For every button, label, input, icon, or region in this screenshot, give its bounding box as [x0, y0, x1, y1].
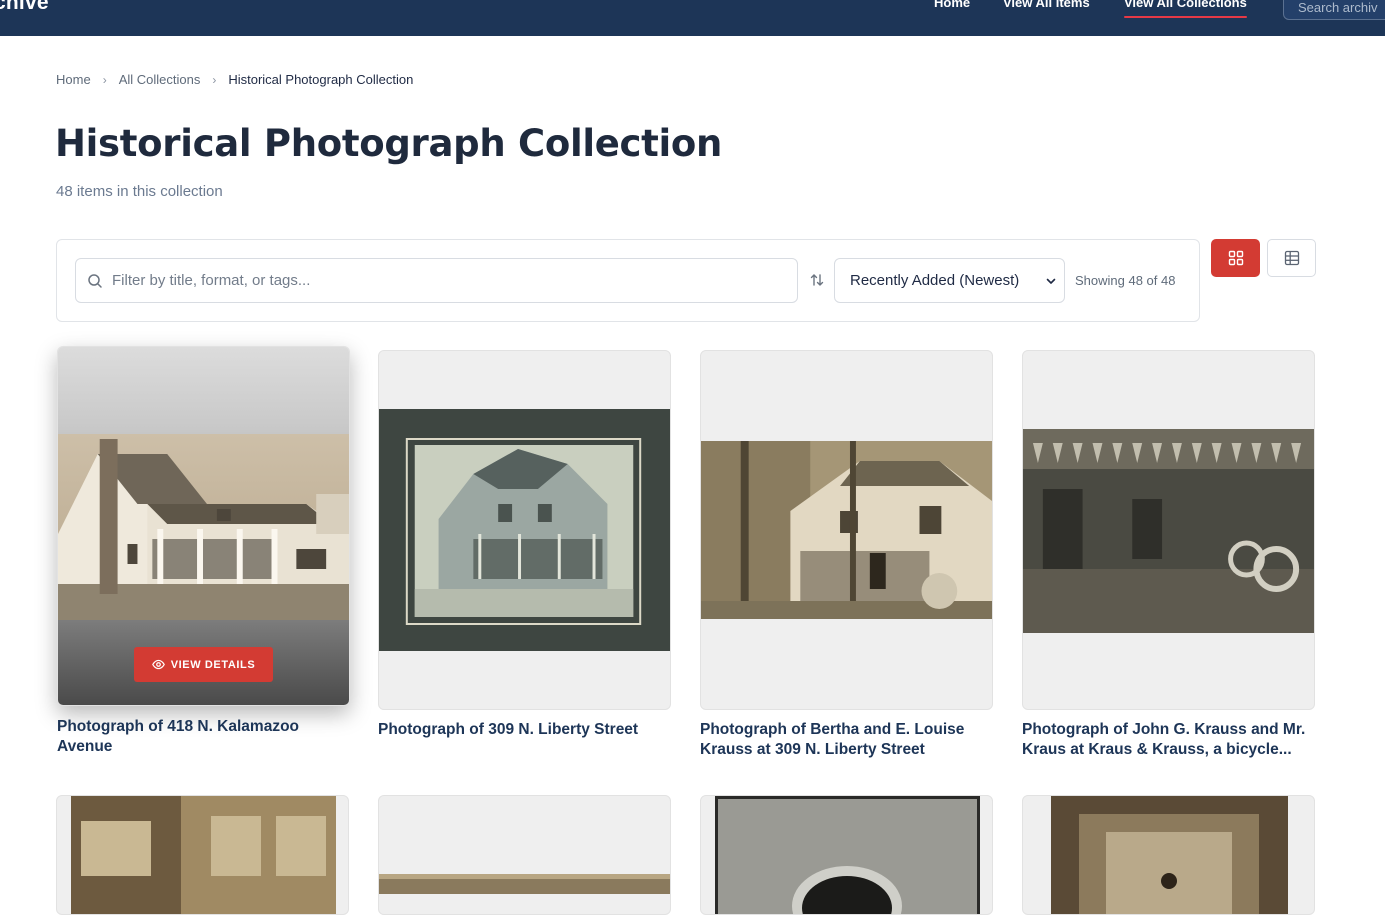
item-thumbnail[interactable]	[700, 350, 993, 710]
item-title[interactable]: Photograph of 309 N. Liberty Street	[378, 720, 678, 740]
page-title: Historical Photograph Collection	[55, 122, 723, 165]
item-thumbnail[interactable]	[1022, 795, 1315, 915]
item-count: 48 items in this collection	[56, 183, 223, 200]
item-thumbnail[interactable]	[378, 795, 671, 915]
photo-krauss-liberty	[701, 441, 992, 619]
sort-select[interactable]: Recently Added (Newest)	[834, 258, 1065, 303]
eye-icon	[151, 659, 165, 670]
photo-portrait-oval	[715, 796, 980, 914]
breadcrumb: Home › All Collections › Historical Phot…	[56, 72, 413, 87]
view-details-label: VIEW DETAILS	[170, 658, 256, 671]
breadcrumb-home[interactable]: Home	[56, 72, 91, 87]
filter-input[interactable]: Filter by title, format, or tags...	[75, 258, 798, 303]
search-icon	[88, 274, 102, 288]
breadcrumb-all-collections[interactable]: All Collections	[119, 72, 201, 87]
nav-home[interactable]: Home	[934, 0, 970, 10]
grid-view-button[interactable]	[1211, 239, 1260, 277]
item-title[interactable]: Photograph of 418 N. Kalamazoo Avenue	[57, 717, 357, 757]
filter-panel: Filter by title, format, or tags... Rece…	[56, 239, 1200, 322]
showing-count: Showing 48 of 48	[1075, 273, 1176, 288]
sort-icon	[810, 274, 824, 286]
breadcrumb-current: Historical Photograph Collection	[228, 72, 414, 87]
photo-bicycle-shop	[1023, 429, 1314, 633]
photo-house-kalamazoo	[58, 434, 349, 620]
photo-portrait-frame	[1051, 796, 1288, 914]
item-title[interactable]: Photograph of Bertha and E. Louise Kraus…	[700, 720, 1000, 760]
view-details-button[interactable]: VIEW DETAILS	[134, 647, 273, 682]
chevron-right-icon: ›	[212, 72, 217, 87]
chevron-down-icon	[1046, 278, 1056, 284]
item-title[interactable]: Photograph of John G. Krauss and Mr. Kra…	[1022, 720, 1322, 760]
nav-view-all-collections[interactable]: View All Collections	[1124, 0, 1247, 18]
top-nav: chive Home View All Items View All Colle…	[0, 0, 1385, 36]
filter-placeholder: Filter by title, format, or tags...	[112, 272, 311, 289]
photo-thumbnail	[379, 874, 670, 894]
photo-house-liberty	[379, 409, 670, 651]
photo-brick-building	[71, 796, 336, 914]
grid-icon	[1228, 250, 1243, 266]
brand-logo[interactable]: chive	[0, 0, 49, 15]
table-view-button[interactable]	[1267, 239, 1316, 277]
item-thumbnail[interactable]: VIEW DETAILS	[57, 346, 350, 706]
item-thumbnail[interactable]	[378, 350, 671, 710]
search-input[interactable]: Search archiv	[1283, 0, 1385, 20]
item-thumbnail[interactable]	[700, 795, 993, 915]
item-thumbnail[interactable]	[56, 795, 349, 915]
nav-view-all-items[interactable]: View All Items	[1003, 0, 1090, 10]
chevron-right-icon: ›	[102, 72, 107, 87]
sort-value: Recently Added (Newest)	[850, 272, 1020, 289]
table-icon	[1284, 250, 1299, 266]
item-thumbnail[interactable]	[1022, 350, 1315, 710]
